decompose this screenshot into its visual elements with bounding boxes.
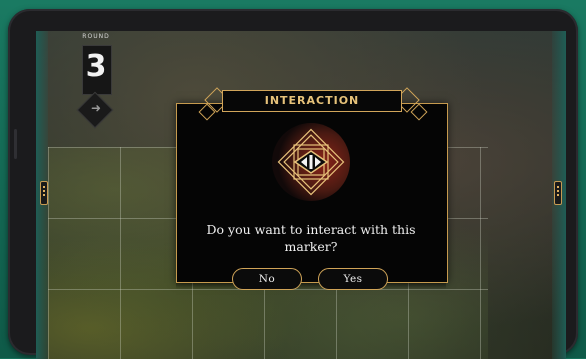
dialog-question: Do you want to interact with this marker… [206, 222, 416, 254]
tablet-side-button [14, 129, 17, 159]
right-drawer-handle-icon[interactable] [554, 181, 562, 205]
round-number: 3 [85, 49, 107, 84]
art-deco-eye-marker-icon [272, 123, 350, 201]
left-drawer-handle-icon[interactable] [40, 181, 48, 205]
tablet-frame: ROUND 3 ➜ INTERACTION Do you want to int… [8, 9, 578, 359]
emblem-symbol [277, 128, 345, 196]
dialog-title: INTERACTION [264, 94, 360, 107]
game-screen: ROUND 3 ➜ INTERACTION Do you want to int… [36, 31, 566, 359]
dialog-title-bar: INTERACTION [222, 90, 402, 112]
round-tracker: ROUND 3 ➜ [74, 33, 118, 133]
round-label: ROUND [82, 33, 110, 40]
yes-button[interactable]: Yes [318, 268, 388, 290]
no-button[interactable]: No [232, 268, 302, 290]
next-arrow-icon: ➜ [90, 101, 102, 115]
